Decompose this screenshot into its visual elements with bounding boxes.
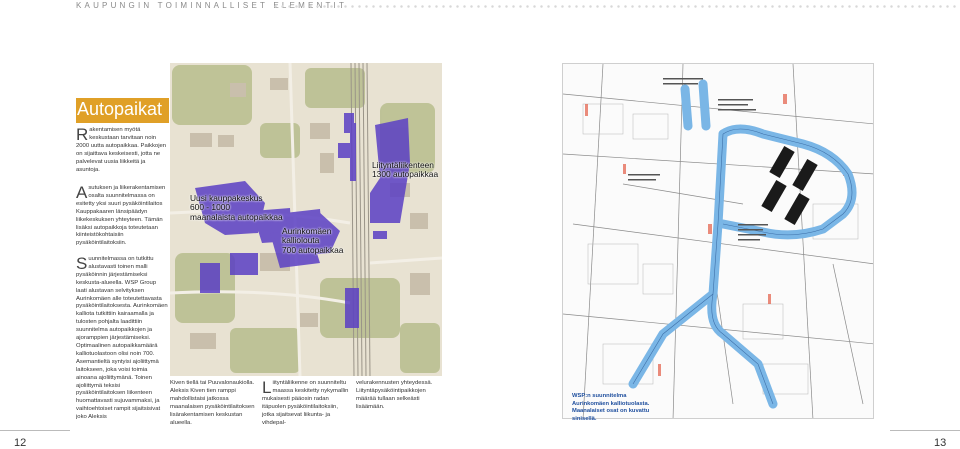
paragraph-2: Asutuksen ja liikerakentamisen osalta su… [76, 183, 168, 248]
paragraph-3: Suunnitelmassa on tutkittu alustavasti t… [76, 256, 168, 428]
section-title: Autopaikat [77, 99, 163, 119]
map-caption: WSP:n suunnitelma Aurinkomäen kalliotuol… [572, 393, 650, 422]
page-number-left: 12 [14, 437, 27, 449]
page-divider-left [0, 430, 70, 431]
engineering-plan-map [562, 63, 874, 419]
engineering-plan-graphic [563, 64, 873, 418]
map-label-aurinkomaki: Aurinkomäen kalliolouta 700 autopaikkaa [282, 226, 344, 255]
aerial-map: Uusi kauppakeskus 600 - 1000 maanalaista… [170, 63, 442, 376]
paragraph-text: iityntäliikenne on suunniteltu maassa ke… [262, 380, 349, 426]
dropcap: L [262, 378, 272, 397]
paragraph-1: Rakentamisen myötä keskustaan tarvitaan … [76, 125, 168, 174]
dropcap: A [76, 183, 88, 202]
section-underline [76, 122, 169, 123]
dropcap: S [76, 256, 88, 273]
page-divider-right [890, 430, 960, 431]
text-column-1: Kiven tiellä tai Puuvalonaukiolla. Aleks… [170, 380, 255, 426]
dropcap: R [76, 125, 89, 144]
page-number-right: 13 [934, 437, 947, 449]
header-dots [272, 4, 960, 9]
paragraph-text: sutuksen ja liikerakentamisen osalta suu… [76, 185, 166, 247]
paragraph-text: akentamisen myötä keskustaan tarvitaan n… [76, 127, 167, 173]
map-label-liityntaliikenne: Liityntäliikenteen 1300 autopaikkaa [372, 160, 439, 180]
text-column-3: velurakennusten yhteydessä. Liityntäpysä… [356, 380, 433, 410]
text-column-2: Liityntäliikenne on suunniteltu maassa k… [262, 378, 352, 427]
map-label-kauppakeskus: Uusi kauppakeskus 600 - 1000 maanalaista… [190, 193, 283, 222]
paragraph-text: uunnitelmassa on tutkittu alustavasti to… [76, 256, 168, 421]
